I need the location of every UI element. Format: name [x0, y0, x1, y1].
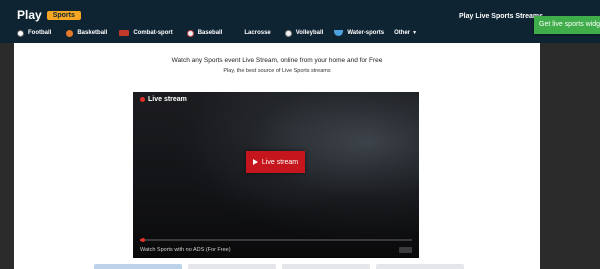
nav-other-dropdown[interactable]: Other ▼ — [394, 30, 417, 36]
video-thumbnail — [133, 92, 419, 258]
nav-item-combat-sport[interactable]: Combat-sport — [119, 30, 173, 36]
tab-4[interactable] — [376, 264, 464, 269]
play-icon — [252, 159, 258, 165]
nav-item-water-sports[interactable]: Water-sports — [334, 30, 384, 36]
video-player[interactable]: Live stream Live stream Watch Sports wit… — [133, 92, 419, 258]
nav-item-lacrosse[interactable]: Lacrosse — [244, 30, 270, 36]
nav-item-basketball[interactable]: Basketball — [66, 29, 108, 37]
water-sports-icon — [334, 30, 344, 36]
intro-subheading: Play, the best source of Live Sports str… — [223, 68, 331, 74]
player-control[interactable] — [399, 247, 412, 253]
volleyball-icon — [284, 29, 292, 37]
logo-text: Play — [17, 8, 42, 22]
sports-nav: Football Basketball Combat-sport Basebal… — [17, 28, 417, 38]
nav-item-volleyball[interactable]: Volleyball — [284, 29, 324, 37]
nav-item-label: Water-sports — [347, 30, 385, 36]
football-icon — [17, 29, 24, 37]
basketball-icon — [66, 29, 74, 37]
top-header: Play Sports Football Basketball Combat-s… — [0, 0, 600, 43]
tab-2[interactable] — [188, 264, 276, 269]
baseball-icon — [186, 29, 194, 37]
progress-handle[interactable] — [140, 238, 145, 242]
nav-item-label: Basketball — [77, 30, 108, 36]
player-caption: Watch Sports with no ADS (For Free) — [140, 247, 231, 253]
get-widget-button[interactable]: Get live sports widget — [534, 16, 600, 34]
live-stream-button[interactable]: Live stream — [246, 151, 305, 173]
live-label-text: Live stream — [148, 96, 187, 103]
nav-item-label: Combat-sport — [133, 30, 173, 36]
nav-item-label: Football — [28, 30, 52, 36]
tab-strip — [94, 264, 464, 269]
nav-item-baseball[interactable]: Baseball — [186, 29, 223, 37]
nav-other-label: Other — [394, 30, 411, 36]
nav-item-label: Volleyball — [295, 30, 324, 36]
nav-item-football[interactable]: Football — [17, 29, 52, 37]
main-content: Watch any Sports event Live Stream, onli… — [14, 43, 540, 269]
intro-heading: Watch any Sports event Live Stream, onli… — [171, 57, 383, 64]
nav-item-label: Baseball — [197, 30, 223, 36]
chevron-down-icon: ▼ — [412, 30, 418, 36]
tab-3[interactable] — [282, 264, 370, 269]
tab-1[interactable] — [94, 264, 182, 269]
header-link-title[interactable]: Play Live Sports Streams — [459, 13, 543, 20]
logo-badge: Sports — [46, 10, 81, 20]
combat-sport-icon — [119, 30, 130, 36]
live-stream-button-label: Live stream — [261, 158, 299, 166]
nav-item-label: Lacrosse — [244, 30, 271, 36]
logo[interactable]: Play Sports — [17, 8, 81, 22]
live-indicator: Live stream — [140, 96, 187, 103]
live-dot-icon — [140, 97, 145, 102]
progress-bar[interactable] — [140, 238, 412, 242]
